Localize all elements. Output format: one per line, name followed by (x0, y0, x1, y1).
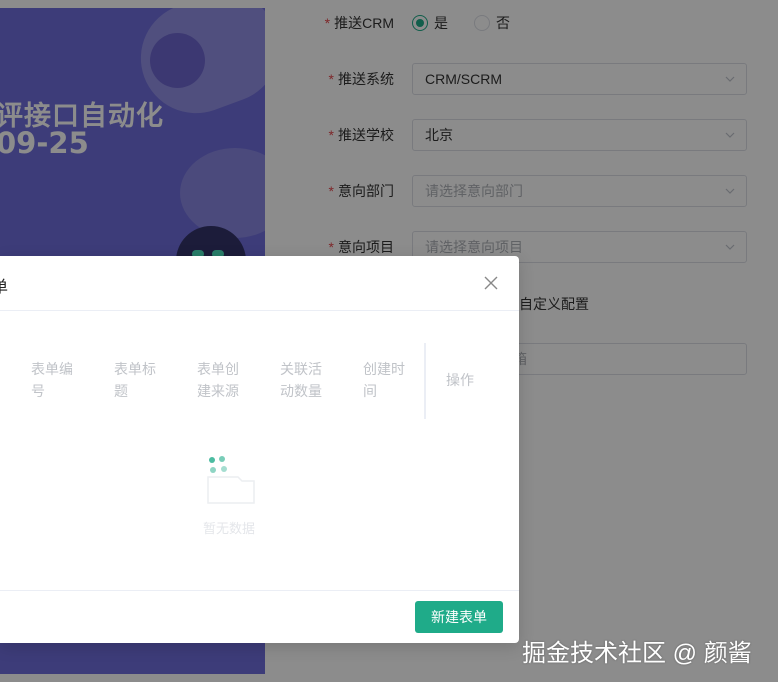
watermark: 掘金技术社区 @ 颜酱 (522, 640, 752, 667)
column-header-actions: 操作 (446, 372, 474, 388)
table-header: 表单编号 表单标题 表单创建来源 关联活动数量 创建时间 操作 (0, 346, 519, 426)
page: 评接口自动化 09-25 * 推送CRM 是 否 * 推送系统 CRM/SCRM *… (0, 0, 778, 682)
create-form-button[interactable]: 新建表单 (415, 601, 503, 633)
column-header-form-source: 表单创建来源 (197, 361, 239, 399)
dialog-title: 单 (0, 279, 9, 296)
form-select-dialog: 单 (0, 256, 519, 643)
dialog-header: 单 (0, 256, 519, 311)
column-header-form-title: 表单标题 (114, 361, 156, 399)
fixed-column-divider (424, 343, 426, 419)
column-header-activity-count: 关联活动数量 (280, 361, 322, 399)
dialog-footer-divider (0, 590, 519, 591)
empty-text: 暂无数据 (203, 521, 256, 536)
close-icon[interactable] (483, 275, 499, 291)
column-header-created-time: 创建时间 (363, 361, 405, 399)
empty-folder-icon (207, 456, 255, 504)
column-header-form-id: 表单编号 (31, 361, 73, 399)
